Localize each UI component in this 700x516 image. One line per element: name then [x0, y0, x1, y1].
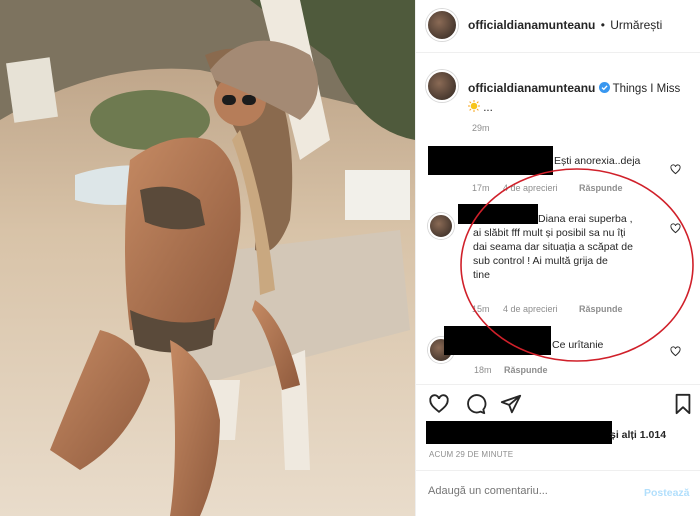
share-paper-plane-icon[interactable] — [500, 393, 522, 420]
comment-2-avatar[interactable] — [428, 213, 454, 239]
header-divider — [416, 52, 700, 53]
caption-time: 29m — [472, 123, 490, 133]
sun-emoji-icon — [468, 100, 480, 112]
comment-bubble-icon[interactable] — [465, 393, 487, 420]
save-bookmark-icon[interactable] — [673, 393, 693, 420]
comments-divider — [416, 384, 700, 385]
header-avatar[interactable] — [426, 9, 458, 41]
post-photo[interactable] — [0, 0, 415, 516]
redacted-liked-by — [426, 421, 612, 444]
header-separator: • — [600, 18, 605, 32]
post-comment-button[interactable]: Postează — [644, 487, 690, 499]
like-heart-icon[interactable] — [428, 393, 450, 420]
annotation-circle — [460, 168, 694, 362]
add-comment-input[interactable] — [428, 485, 618, 497]
post-header: officialdianamunteanu • Urmărești — [468, 18, 662, 32]
caption-ellipsis: ... — [483, 102, 493, 114]
verified-badge-icon — [598, 81, 610, 93]
caption: officialdianamunteanu Things I Miss ... — [468, 79, 693, 118]
follow-status[interactable]: Urmărești — [610, 18, 662, 32]
caption-username[interactable]: officialdianamunteanu — [468, 81, 595, 95]
caption-text: Things I Miss — [612, 83, 681, 95]
footer-divider — [416, 470, 700, 471]
likes-summary[interactable]: și alți 1.014 — [610, 428, 666, 442]
caption-avatar[interactable] — [426, 70, 458, 102]
post-side-panel: officialdianamunteanu • Urmărești offici… — [415, 0, 700, 516]
post-timestamp: ACUM 29 DE MINUTE — [429, 450, 514, 459]
beach-photo-illustration — [0, 0, 415, 516]
header-username[interactable]: officialdianamunteanu — [468, 18, 595, 32]
